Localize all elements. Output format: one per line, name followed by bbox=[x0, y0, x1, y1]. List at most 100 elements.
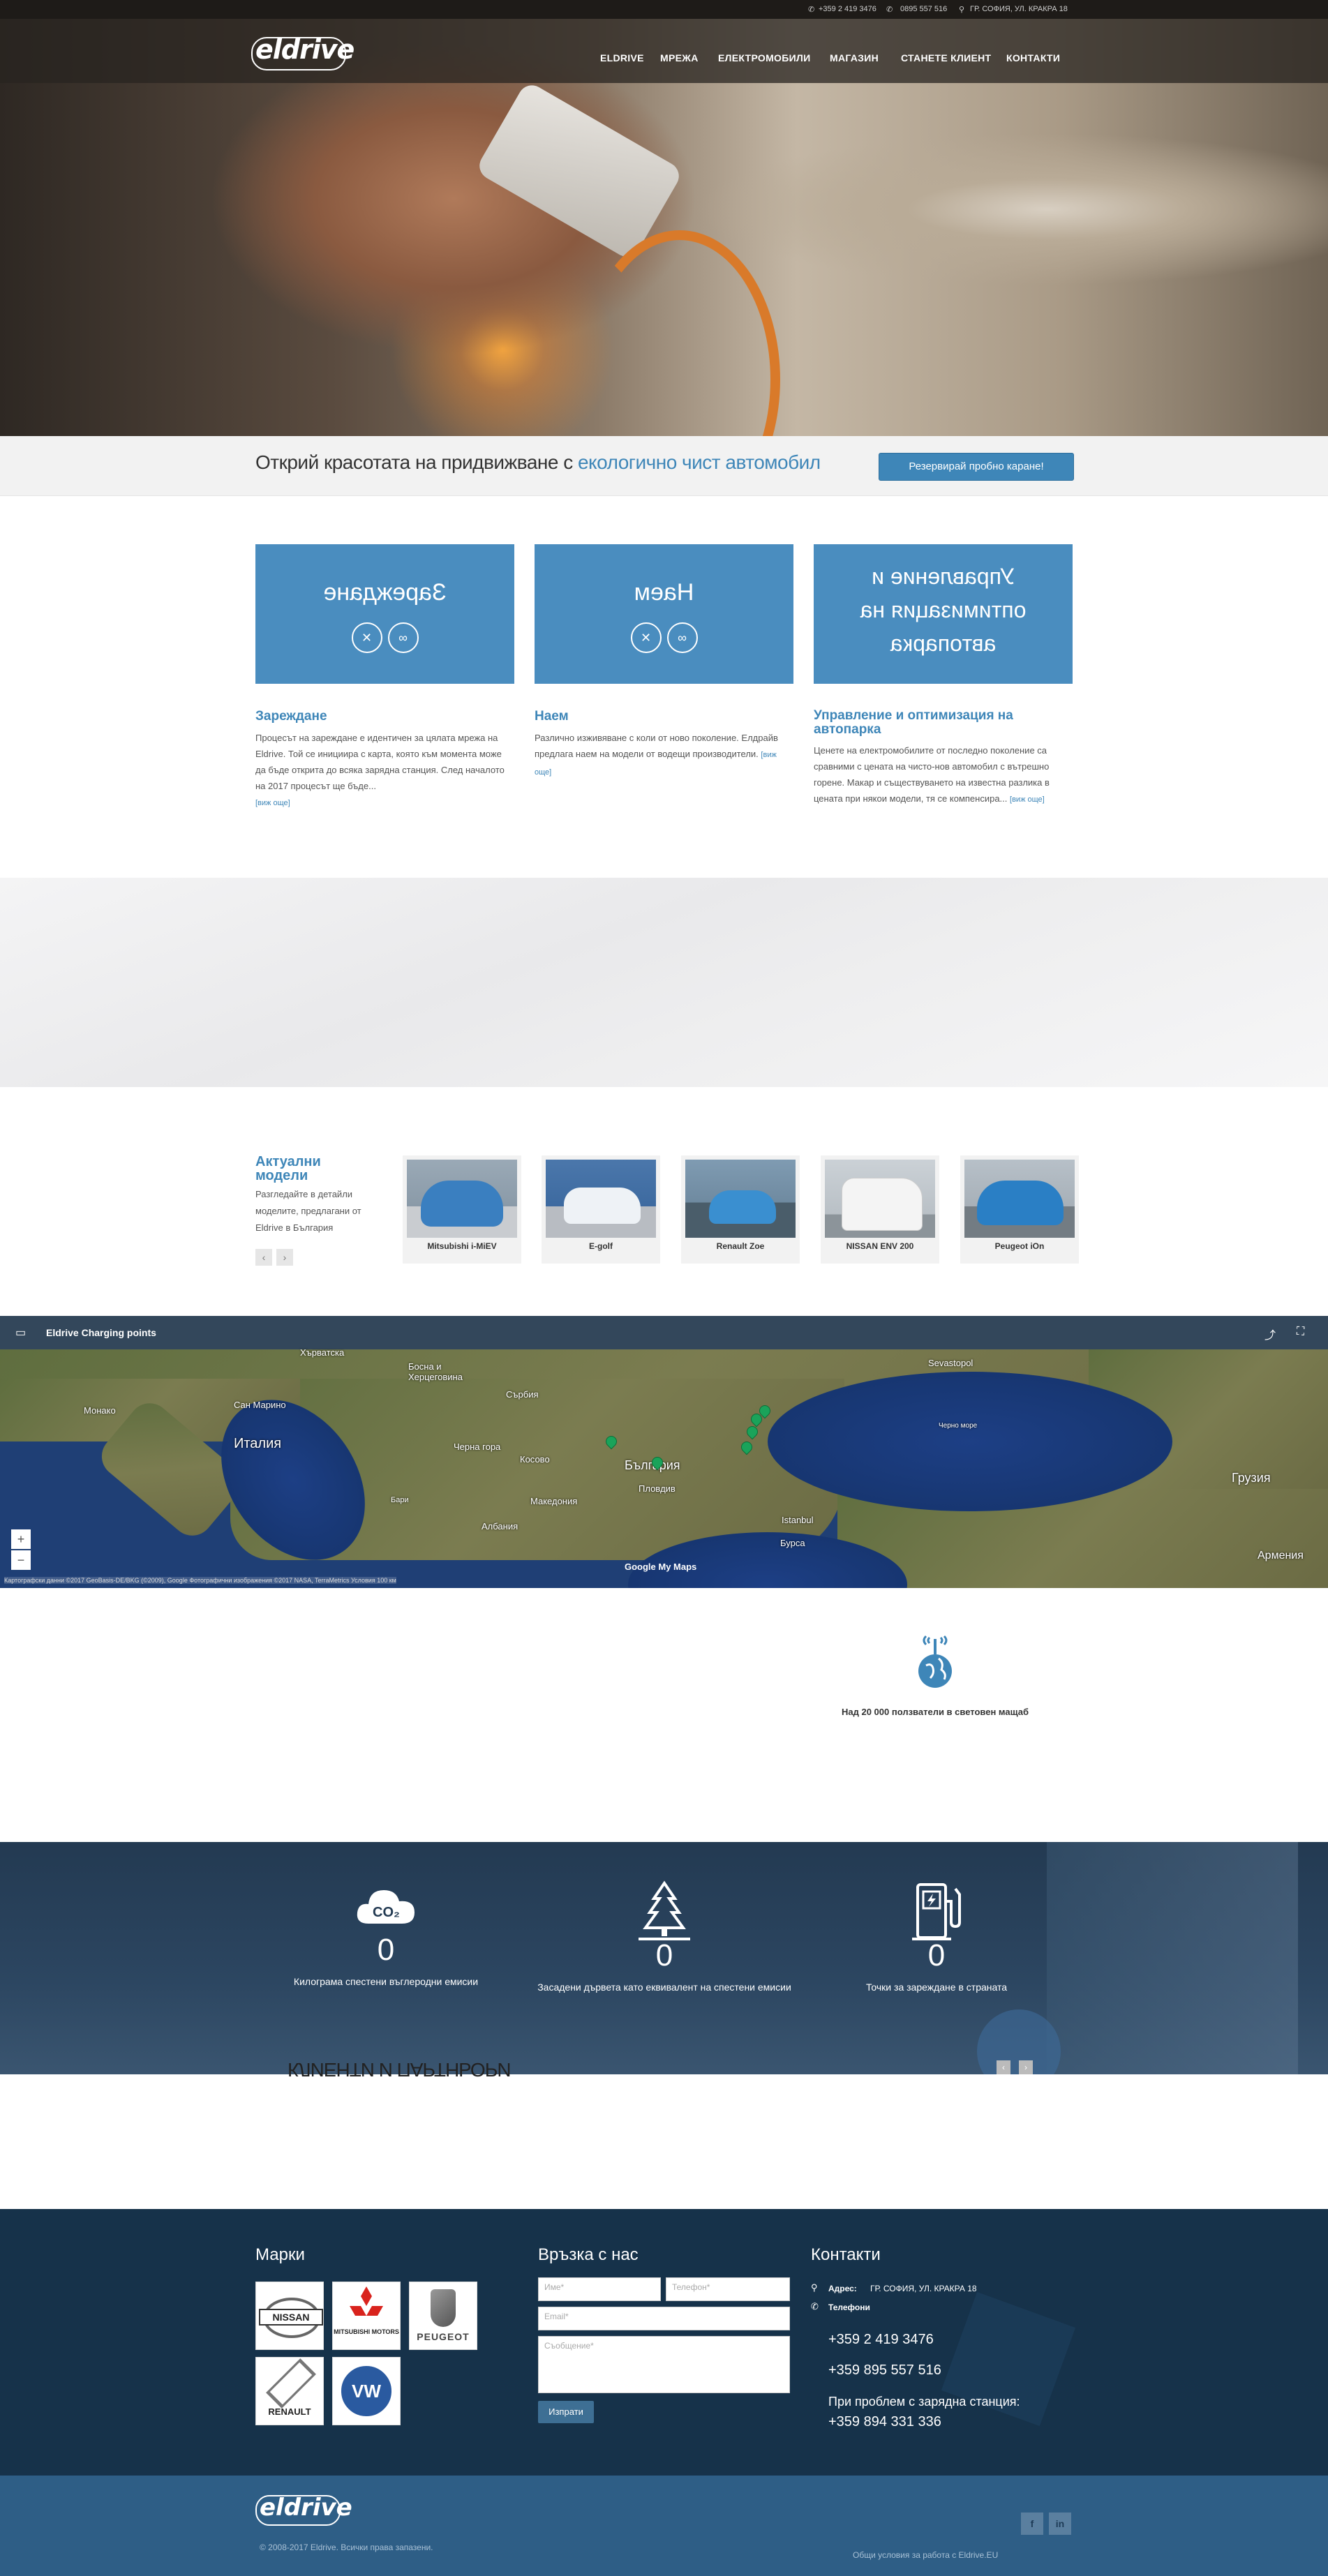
service-box[interactable]: Наем ✕ ∞ bbox=[535, 544, 793, 684]
map-label: Босна и Херцеговина bbox=[408, 1361, 463, 1382]
brand-peugeot[interactable]: PEUGEOT bbox=[409, 2282, 477, 2350]
service-title[interactable]: Зареждане bbox=[255, 709, 514, 724]
model-name: NISSAN ENV 200 bbox=[846, 1241, 914, 1251]
tree-icon bbox=[639, 1880, 690, 1940]
expand-icon[interactable]: ✕ bbox=[630, 622, 662, 653]
map-label: Монако bbox=[84, 1405, 116, 1416]
map-label: Албания bbox=[482, 1521, 518, 1532]
map-label: Черно море bbox=[939, 1422, 978, 1430]
service-icons: ✕ ∞ bbox=[255, 622, 514, 653]
model-card[interactable]: Peugeot iOn bbox=[960, 1155, 1079, 1264]
nav-eldrive[interactable]: ELDRIVE bbox=[600, 52, 644, 63]
service-text: Различно изживяване с коли от ново покол… bbox=[535, 730, 793, 781]
partners-prev-arrow[interactable]: ‹ bbox=[997, 2060, 1010, 2074]
expand-icon[interactable]: ✕ bbox=[351, 622, 382, 653]
map-label: Сан Марино bbox=[234, 1400, 286, 1410]
brand-nissan[interactable]: NISSAN bbox=[255, 2282, 324, 2350]
footer-phone-3[interactable]: +359 894 331 336 bbox=[828, 2414, 941, 2430]
fullscreen-icon[interactable]: ⛶ bbox=[1297, 1326, 1304, 1338]
brand-mitsubishi[interactable]: MITSUBISHI MOTORS bbox=[332, 2282, 401, 2350]
google-logo: Google My Maps bbox=[625, 1562, 697, 1572]
address-label: Адрес: bbox=[828, 2284, 857, 2293]
brand-nissan-label: NISSAN bbox=[259, 2309, 323, 2326]
service-text: Процесът на зареждане е идентичен за цял… bbox=[255, 730, 514, 811]
message-textarea[interactable]: Съобщение* bbox=[538, 2336, 790, 2393]
map-toolbar: ▭ Eldrive Charging points ⤴ ⛶ bbox=[0, 1316, 1328, 1349]
problem-label: При проблем с зарядна станция: bbox=[828, 2395, 1020, 2409]
models-prev-arrow[interactable]: ‹ bbox=[255, 1249, 272, 1266]
models-next-arrow[interactable]: › bbox=[276, 1249, 293, 1266]
footer-phone-2[interactable]: +359 895 557 516 bbox=[828, 2362, 941, 2379]
map-label: Бурса bbox=[780, 1538, 805, 1548]
partners-next-arrow[interactable]: › bbox=[1019, 2060, 1033, 2074]
peugeot-lion-icon bbox=[431, 2289, 456, 2327]
charging-map[interactable]: ▭ Eldrive Charging points ⤴ ⛶ Хърватска … bbox=[0, 1316, 1328, 1588]
nav-contacts[interactable]: КОНТАКТИ bbox=[1006, 52, 1060, 63]
phone-input[interactable]: Телефон* bbox=[666, 2277, 790, 2301]
model-card[interactable]: E-golf bbox=[542, 1155, 660, 1264]
top-phone-1[interactable]: +359 2 419 3476 bbox=[819, 5, 876, 13]
parallax-section bbox=[0, 878, 1328, 1087]
top-address: ГР. СОФИЯ, УЛ. КРАКРА 18 bbox=[970, 5, 1068, 13]
map-label: Армения bbox=[1258, 1550, 1304, 1562]
service-text-body: Различно изживяване с коли от ново покол… bbox=[535, 733, 778, 759]
counter-co2: CO₂ 0 Килограма спестени въглеродни емис… bbox=[260, 1880, 512, 1990]
map-label: Sevastopol bbox=[928, 1358, 973, 1368]
model-image bbox=[546, 1160, 656, 1238]
zoom-in-button[interactable]: + bbox=[11, 1529, 31, 1549]
email-input[interactable]: Email* bbox=[538, 2307, 790, 2330]
share-icon[interactable]: ⤴ bbox=[1264, 1326, 1276, 1342]
service-box[interactable]: Зареждане ✕ ∞ bbox=[255, 544, 514, 684]
nav-become-client[interactable]: СТАНЕТЕ КЛИЕНТ bbox=[901, 52, 991, 63]
read-more-link[interactable]: [виж още] bbox=[1010, 795, 1045, 804]
brand-renault[interactable]: RENAULT bbox=[255, 2357, 324, 2425]
address-value: ГР. СОФИЯ, УЛ. КРАКРА 18 bbox=[870, 2284, 977, 2293]
map-label: Istanbul bbox=[782, 1515, 814, 1525]
test-drive-button[interactable]: Резервирай пробно каране! bbox=[879, 453, 1074, 481]
model-name: Peugeot iOn bbox=[994, 1241, 1045, 1251]
zoom-out-button[interactable]: − bbox=[11, 1550, 31, 1570]
counter-value: 0 bbox=[927, 1938, 946, 1972]
send-button[interactable]: Изпрати bbox=[538, 2401, 594, 2423]
model-card[interactable]: Renault Zoe bbox=[681, 1155, 800, 1264]
brand-renault-label: RENAULT bbox=[268, 2406, 311, 2417]
renault-diamond-icon bbox=[266, 2358, 316, 2409]
brand-vw[interactable]: VW bbox=[332, 2357, 401, 2425]
linkedin-icon[interactable]: in bbox=[1049, 2513, 1071, 2535]
model-card[interactable]: NISSAN ENV 200 bbox=[821, 1155, 939, 1264]
counter-value: 0 bbox=[377, 1933, 395, 1967]
service-title[interactable]: Наем bbox=[535, 709, 793, 724]
service-title[interactable]: Управление и оптимизация на автопарка bbox=[814, 709, 1073, 737]
nav-shop[interactable]: МАГАЗИН bbox=[830, 52, 879, 63]
top-phone-2[interactable]: 0895 557 516 bbox=[900, 5, 947, 13]
link-icon[interactable]: ∞ bbox=[666, 622, 698, 653]
mitsubishi-logo-icon bbox=[350, 2286, 383, 2316]
model-image bbox=[685, 1160, 796, 1238]
service-box[interactable]: Управление и оптимизация на автопарка bbox=[814, 544, 1073, 684]
model-card[interactable]: Mitsubishi i-MiEV bbox=[403, 1155, 521, 1264]
map-black-sea bbox=[768, 1372, 1172, 1511]
model-name: Mitsubishi i-MiEV bbox=[427, 1241, 497, 1251]
service-text-body: Процесът на зареждане е идентичен за цял… bbox=[255, 733, 505, 791]
mobile-icon: ✆ bbox=[886, 6, 893, 14]
footer-logo[interactable]: eldrive bbox=[255, 2494, 352, 2526]
terms-link[interactable]: Общи условия за работа с Eldrive.EU bbox=[853, 2550, 998, 2560]
logo-ring bbox=[251, 37, 346, 70]
facebook-icon[interactable]: f bbox=[1021, 2513, 1043, 2535]
copyright-bar bbox=[0, 2476, 1328, 2576]
read-more-link[interactable]: [виж още] bbox=[255, 799, 290, 807]
link-icon[interactable]: ∞ bbox=[387, 622, 419, 653]
nav-network[interactable]: МРЕЖА bbox=[660, 52, 699, 63]
counter-trees: 0 Засадени дървета като еквивалент на сп… bbox=[537, 1880, 791, 1995]
service-box-title: Управление и оптимизация на автопарка bbox=[860, 564, 1027, 656]
map-title: Eldrive Charging points bbox=[46, 1327, 156, 1338]
co2-cloud-icon: CO₂ bbox=[357, 1890, 415, 1924]
map-legend-icon[interactable]: ▭ bbox=[15, 1326, 26, 1340]
location-icon: ⚲ bbox=[959, 6, 965, 14]
footer-phone-1[interactable]: +359 2 419 3476 bbox=[828, 2332, 934, 2348]
site-logo[interactable]: eldrive bbox=[251, 34, 355, 70]
nav-electric-cars[interactable]: ЕЛЕКТРОМОБИЛИ bbox=[718, 52, 810, 63]
name-input[interactable]: Име* bbox=[538, 2277, 661, 2301]
slogan: Открий красотата на придвижване с еколог… bbox=[255, 451, 821, 474]
partners-title: КЛИЕНТИ И ПАРТНЬОРИ bbox=[288, 2059, 511, 2081]
